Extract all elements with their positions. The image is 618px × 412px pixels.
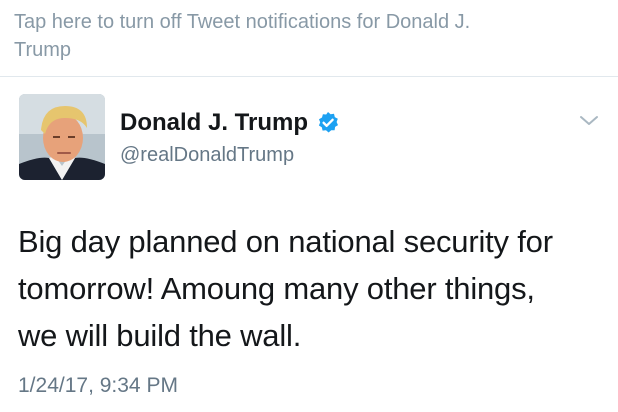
author-handle[interactable]: @realDonaldTrump	[120, 142, 294, 168]
notification-text-line-2: Trump	[14, 39, 72, 61]
notification-text-line-1: Tap here to turn off Tweet notifications…	[14, 11, 471, 33]
notification-banner[interactable]: Tap here to turn off Tweet notifications…	[14, 8, 574, 64]
avatar-image	[19, 94, 105, 180]
tweet-timestamp[interactable]: 1/24/17, 9:34 PM	[18, 372, 178, 400]
author-name-row: Donald J. Trump	[120, 108, 340, 138]
tweet-line: we will build the wall.	[18, 318, 302, 353]
author-name[interactable]: Donald J. Trump	[120, 108, 308, 138]
tweet-line: tomorrow! Amoung many other things,	[18, 271, 535, 306]
chevron-down-icon[interactable]	[578, 113, 600, 129]
tweet-line: Big day planned on national security for	[18, 224, 553, 259]
tweet-text: Big day planned on national security for…	[18, 218, 608, 359]
avatar[interactable]	[19, 94, 105, 180]
verified-badge-icon	[316, 111, 340, 135]
divider	[0, 76, 618, 77]
